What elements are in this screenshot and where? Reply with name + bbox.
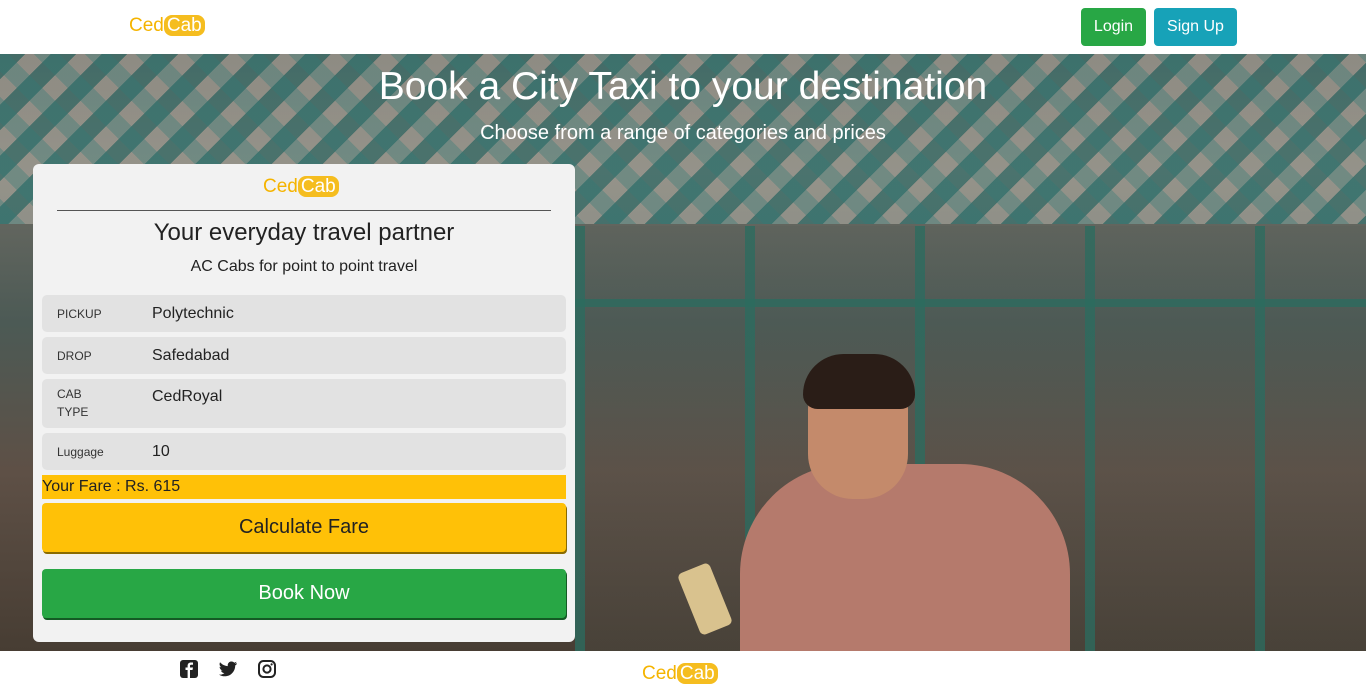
luggage-input[interactable]: 10 [152, 442, 170, 462]
brand-logo[interactable]: Ced Cab [129, 15, 205, 36]
footer-logo-part1: Ced [642, 663, 677, 684]
brand-logo-part1: Ced [129, 15, 164, 36]
signup-button[interactable]: Sign Up [1154, 8, 1237, 46]
luggage-field[interactable]: Luggage 10 [42, 433, 566, 470]
instagram-icon[interactable] [257, 659, 277, 679]
footer-logo-part2: Cab [676, 663, 718, 684]
card-subtitle: AC Cabs for point to point travel [190, 258, 418, 275]
cab-type-label-line2: TYPE [57, 405, 89, 419]
footer: Ced Cab [0, 651, 1366, 689]
booking-card: Ced Cab Your everyday travel partner AC C… [33, 164, 575, 642]
drop-label: DROP [57, 349, 92, 363]
card-divider [57, 210, 551, 211]
twitter-icon[interactable] [218, 659, 238, 679]
cab-type-label-line1: CAB [57, 387, 82, 401]
top-navbar: Ced Cab Login Sign Up [0, 0, 1366, 54]
card-logo: Ced Cab [263, 176, 339, 198]
pickup-select[interactable]: Polytechnic [152, 304, 234, 324]
pickup-field[interactable]: PICKUP Polytechnic [42, 295, 566, 332]
pickup-label: PICKUP [57, 307, 102, 321]
drop-field[interactable]: DROP Safedabad [42, 337, 566, 374]
cab-type-field[interactable]: CAB TYPE CedRoyal [42, 379, 566, 428]
luggage-label: Luggage [57, 445, 104, 459]
cab-type-select[interactable]: CedRoyal [152, 387, 222, 407]
login-button[interactable]: Login [1081, 8, 1146, 46]
calculate-fare-button[interactable]: Calculate Fare [42, 503, 566, 552]
card-logo-part2: Cab [297, 176, 339, 197]
card-title: Your everyday travel partner [153, 219, 455, 246]
facebook-icon[interactable] [179, 659, 199, 679]
hero-title: Book a City Taxi to your destination [378, 65, 988, 108]
book-now-button[interactable]: Book Now [42, 569, 566, 618]
fare-display: Your Fare : Rs. 615 [42, 475, 566, 499]
card-logo-part1: Ced [263, 176, 298, 197]
brand-logo-part2: Cab [163, 15, 205, 36]
drop-select[interactable]: Safedabad [152, 346, 229, 366]
footer-logo[interactable]: Ced Cab [642, 663, 718, 684]
hero-subtitle: Choose from a range of categories and pr… [480, 122, 886, 144]
